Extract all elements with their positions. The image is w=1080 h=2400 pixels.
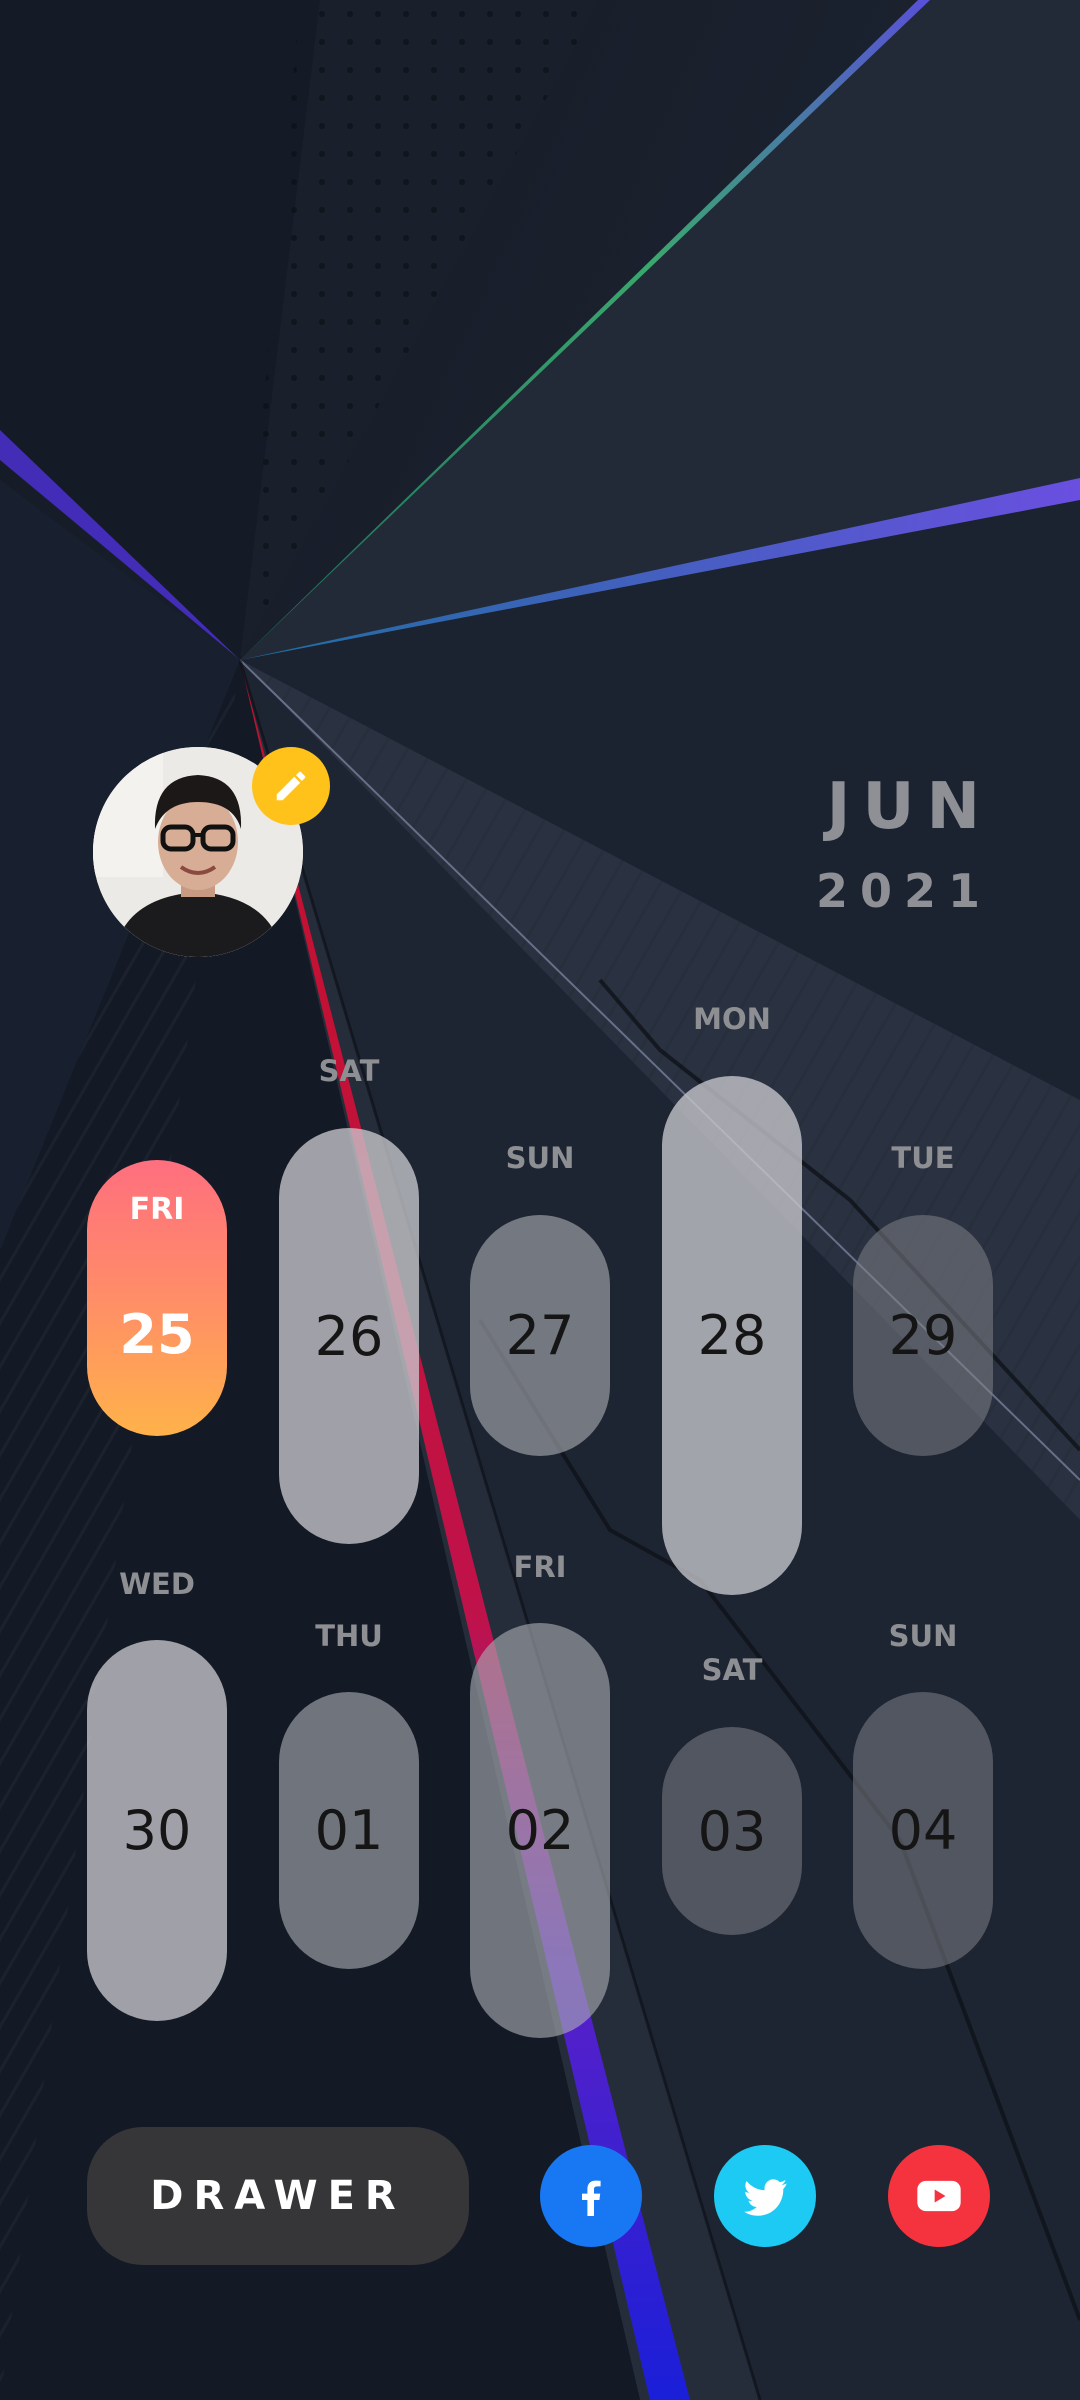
edit-profile-button[interactable] — [252, 747, 330, 825]
drawer-button[interactable]: DRAWER — [87, 2127, 469, 2265]
date-pill-04[interactable]: 04 — [853, 1692, 993, 1969]
month-label: JUN — [826, 770, 992, 844]
date-pill-03[interactable]: 03 — [662, 1727, 802, 1935]
date-pill-28[interactable]: 28 — [662, 1076, 802, 1595]
date-pill-26[interactable]: 26 — [279, 1128, 419, 1544]
pencil-icon — [276, 771, 306, 801]
today-day-label: FRI — [129, 1192, 185, 1227]
today-date-pill[interactable]: FRI 25 — [87, 1160, 227, 1436]
facebook-button[interactable] — [540, 2145, 642, 2247]
date-pill-02[interactable]: 02 — [470, 1623, 610, 2038]
day-label-wed: WED — [119, 1567, 195, 1601]
day-label-sun: SUN — [505, 1141, 575, 1175]
youtube-icon — [917, 2180, 961, 2212]
day-label-thu: THU — [315, 1619, 383, 1653]
day-label-sat-2: SAT — [701, 1653, 763, 1687]
day-label-mon: MON — [693, 1002, 771, 1036]
twitter-button[interactable] — [714, 2145, 816, 2247]
date-pill-29[interactable]: 29 — [853, 1215, 993, 1456]
date-pill-27[interactable]: 27 — [470, 1215, 610, 1456]
day-label-fri: FRI — [513, 1550, 567, 1584]
date-pill-01[interactable]: 01 — [279, 1692, 419, 1969]
day-label-tue: TUE — [891, 1141, 955, 1175]
date-pill-30[interactable]: 30 — [87, 1640, 227, 2021]
year-label: 2021 — [815, 864, 992, 918]
twitter-icon — [744, 2179, 787, 2216]
day-label-sun-2: SUN — [888, 1619, 958, 1653]
day-label-sat: SAT — [318, 1054, 380, 1088]
facebook-icon — [582, 2180, 601, 2216]
today-date-number: 25 — [119, 1303, 195, 1366]
youtube-button[interactable] — [888, 2145, 990, 2247]
